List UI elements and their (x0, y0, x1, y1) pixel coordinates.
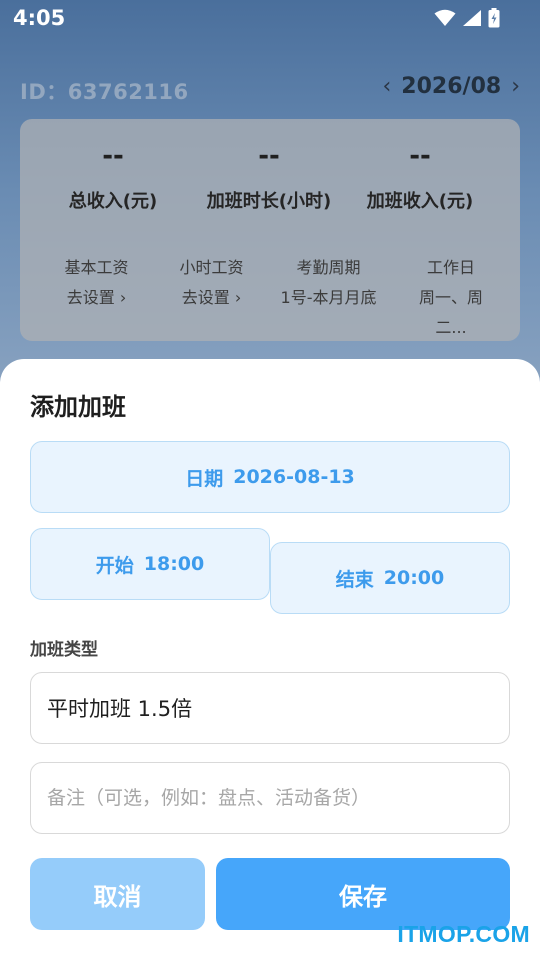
signal-icon (462, 9, 482, 27)
start-time-button[interactable]: 开始 18:00 (30, 528, 270, 600)
start-label: 开始 (95, 554, 134, 577)
stat-value: -- (258, 141, 280, 171)
summary-card: -- 总收入(元) -- 加班时长(小时) -- 加班收入(元) 基本工资 去设… (20, 119, 520, 341)
background-page: ID：63762116 ‹ 2026/08 › -- 总收入(元) -- 加班时… (0, 38, 540, 360)
overtime-type-label: 加班类型 (30, 640, 98, 660)
stat-overtime-income: -- 加班收入(元) (332, 141, 508, 213)
status-time: 4:05 (13, 6, 66, 30)
start-value: 18:00 (143, 553, 205, 575)
battery-charging-icon (488, 8, 500, 28)
status-icons (434, 8, 500, 28)
date-label: 日期 (185, 467, 224, 490)
prev-month-button[interactable]: ‹ (382, 74, 391, 99)
setting-hourly-wage[interactable]: 小时工资 去设置 › (173, 253, 250, 343)
wifi-icon (434, 9, 456, 27)
setting-base-salary[interactable]: 基本工资 去设置 › (20, 253, 173, 343)
next-month-button[interactable]: › (511, 74, 520, 99)
watermark: ITMOP.COM (397, 921, 530, 947)
overtime-type-select[interactable]: 平时加班 1.5倍 (30, 672, 510, 744)
user-id: ID：63762116 (20, 80, 189, 104)
cancel-button[interactable]: 取消 (30, 858, 205, 930)
stat-value: -- (409, 141, 431, 171)
sheet-title: 添加加班 (30, 393, 126, 421)
setting-value: 去设置 › (66, 288, 127, 307)
current-month: 2026/08 (401, 74, 502, 99)
status-bar: 4:05 (0, 0, 540, 38)
setting-value: 1号-本月月底 (280, 288, 377, 307)
stats-row: -- 总收入(元) -- 加班时长(小时) -- 加班收入(元) (20, 141, 520, 213)
end-time-button[interactable]: 结束 20:00 (270, 542, 510, 614)
setting-workdays[interactable]: 工作日 周一、周二... (407, 253, 495, 343)
stat-total-income: -- 总收入(元) (20, 141, 206, 213)
stat-label: 总收入(元) (68, 191, 158, 212)
setting-attendance-cycle[interactable]: 考勤周期 1号-本月月底 (250, 253, 407, 343)
month-nav: ‹ 2026/08 › (382, 74, 520, 99)
note-field-container (30, 762, 510, 834)
stat-value: -- (102, 141, 124, 171)
date-value: 2026-08-13 (233, 466, 355, 488)
setting-label: 工作日 (426, 258, 475, 277)
add-overtime-sheet: 添加加班 日期 2026-08-13 开始 18:00 结束 20:00 加班类… (0, 359, 540, 960)
date-picker-button[interactable]: 日期 2026-08-13 (30, 441, 510, 513)
setting-label: 基本工资 (64, 258, 129, 277)
note-input[interactable] (47, 787, 509, 809)
save-button[interactable]: 保存 (216, 858, 510, 930)
end-value: 20:00 (383, 567, 445, 589)
stat-label: 加班收入(元) (366, 191, 474, 212)
settings-row: 基本工资 去设置 › 小时工资 去设置 › 考勤周期 1号-本月月底 工作日 周… (20, 253, 520, 343)
stat-label: 加班时长(小时) (206, 191, 332, 212)
setting-label: 小时工资 (179, 258, 244, 277)
setting-value: 周一、周二... (418, 288, 483, 337)
setting-value: 去设置 › (181, 288, 242, 307)
overtime-type-value: 平时加班 1.5倍 (47, 697, 193, 721)
stat-overtime-hours: -- 加班时长(小时) (206, 141, 332, 213)
setting-label: 考勤周期 (296, 258, 361, 277)
end-label: 结束 (335, 568, 374, 591)
